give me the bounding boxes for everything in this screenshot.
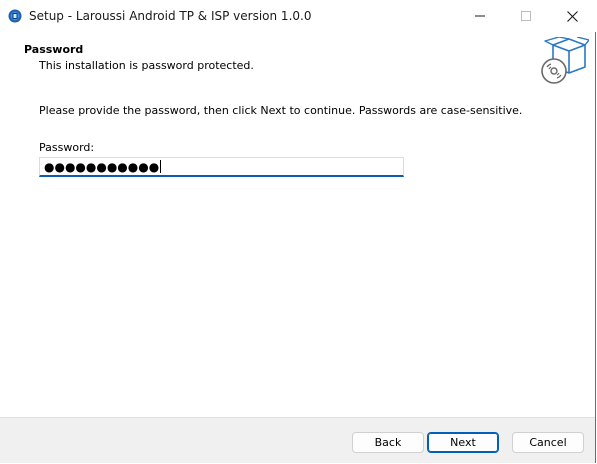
password-field[interactable]: ●●●●●●●●●●●	[39, 157, 404, 177]
password-value: ●●●●●●●●●●●	[44, 159, 160, 174]
back-button[interactable]: Back	[352, 432, 424, 453]
minimize-icon	[475, 15, 485, 17]
close-icon	[566, 10, 578, 22]
close-button[interactable]	[549, 0, 595, 32]
wizard-header: Password This installation is password p…	[0, 32, 595, 90]
next-button[interactable]: Next	[427, 432, 499, 453]
wizard-footer: Back Next Cancel	[0, 418, 595, 463]
page-title: Password	[24, 43, 84, 56]
text-caret	[160, 160, 162, 173]
page-subtitle: This installation is password protected.	[39, 59, 254, 72]
setup-app-icon	[8, 9, 22, 23]
password-label: Password:	[39, 141, 95, 154]
window-title: Setup - Laroussi Android TP & ISP versio…	[29, 9, 312, 23]
maximize-icon	[521, 11, 531, 21]
cancel-button[interactable]: Cancel	[512, 432, 584, 453]
setup-window: Setup - Laroussi Android TP & ISP versio…	[0, 0, 596, 463]
box-with-cd-icon	[541, 37, 589, 84]
instruction-text: Please provide the password, then click …	[39, 104, 523, 117]
title-bar[interactable]: Setup - Laroussi Android TP & ISP versio…	[0, 0, 596, 32]
minimize-button[interactable]	[457, 0, 503, 32]
maximize-button[interactable]	[503, 0, 549, 32]
